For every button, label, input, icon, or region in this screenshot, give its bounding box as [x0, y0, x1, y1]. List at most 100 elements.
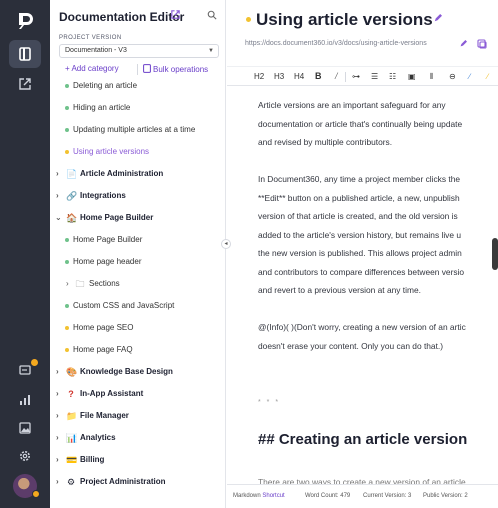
editor-heading: ## Creating an article version [258, 431, 468, 448]
highlight-icon[interactable]: ∕ [487, 72, 488, 81]
tree-item-label: Home Page Builder [80, 213, 154, 222]
italic-button[interactable]: / [335, 71, 338, 81]
draft-status-dot [246, 17, 251, 22]
chevron-right-icon: › [56, 191, 59, 200]
folder-icon: 🗀 [75, 279, 85, 289]
markdown-toolbar: H2 H3 H4 B / ⊶ ☰ ☷ ▣ ⫴ ⊖ ∕ ∕ [227, 66, 498, 86]
tree-item-label: Home page FAQ [73, 345, 133, 354]
notification-badge [31, 359, 38, 366]
chevron-right-icon: › [56, 455, 59, 464]
tree-item-label: Integrations [80, 191, 126, 200]
bar-chart-icon [20, 395, 30, 405]
tree-item-label: Article Administration [80, 169, 164, 178]
copy-icon[interactable] [477, 39, 487, 49]
chevron-right-icon: › [56, 433, 59, 442]
published-dot [65, 84, 69, 88]
editor-line: Article versions are an important safegu… [258, 100, 446, 110]
view-site-nav-button[interactable] [9, 70, 41, 98]
document360-logo-icon[interactable] [12, 8, 38, 34]
tree-item-label: Custom CSS and JavaScript [73, 301, 175, 310]
project-version-select[interactable]: Documentation - V3 ▼ [59, 44, 219, 58]
external-link-icon[interactable] [170, 9, 181, 20]
bold-button[interactable]: B [315, 71, 322, 81]
link-icon[interactable]: ⊖ [449, 72, 456, 81]
heading-3-button[interactable]: H3 [274, 72, 284, 81]
horizontal-rule: * * * [258, 399, 281, 406]
drive-nav-button[interactable] [9, 356, 41, 384]
public-version: Public Version: 2 [423, 493, 468, 499]
divider [345, 72, 346, 82]
pencil-icon[interactable] [433, 14, 442, 23]
tree-item-label: Project Administration [80, 477, 166, 486]
published-dot [65, 260, 69, 264]
editor-line: @(Info)( )(Don't worry, creating a new v… [258, 322, 466, 332]
image-nav-button[interactable] [9, 414, 41, 442]
tree-item-label: In-App Assistant [80, 389, 144, 398]
shortcut-link[interactable]: Shortcut [262, 493, 284, 499]
chevron-down-icon: ▼ [208, 48, 214, 54]
attachment-icon[interactable]: ⫴ [430, 72, 433, 82]
book-icon [19, 47, 31, 61]
gear-icon: ⚙ [66, 477, 76, 487]
add-category-button[interactable]: + Add category [65, 64, 119, 73]
documentation-nav-button[interactable] [9, 40, 41, 68]
heading-2-button[interactable]: H2 [254, 72, 264, 81]
status-dot [32, 490, 40, 498]
chart-icon: 📊 [66, 433, 78, 443]
tree-item-label: Using article versions [73, 147, 150, 156]
scrollbar-thumb[interactable] [492, 238, 498, 270]
chevron-down-icon: ⌄ [55, 213, 62, 222]
editor-line: version of that article is created, and … [258, 211, 458, 221]
divider [137, 64, 138, 75]
search-icon[interactable] [207, 10, 217, 20]
article-url: https://docs.document360.io/v3/docs/usin… [245, 40, 427, 47]
tree-item-label: Hiding an article [73, 103, 131, 112]
draft-dot [65, 150, 69, 154]
analytics-nav-button[interactable] [9, 386, 41, 414]
edit-url-icon[interactable] [459, 40, 467, 48]
editor-mode: Markdown Shortcut [233, 493, 285, 499]
palette-icon: 🎨 [66, 367, 78, 377]
external-link-icon [19, 78, 31, 90]
published-dot [65, 128, 69, 132]
image-icon[interactable]: ▣ [408, 72, 416, 81]
link-icon: 🔗 [66, 191, 78, 201]
tree-item-label: Knowledge Base Design [80, 367, 173, 376]
question-icon: ? [68, 389, 74, 399]
bulk-operations-label: Bulk operations [153, 65, 209, 74]
house-icon: 🏠 [66, 213, 78, 223]
editor-line: added to the article's version history, … [258, 229, 462, 240]
card-icon: 💳 [66, 455, 78, 465]
project-version-label: PROJECT VERSION [59, 35, 122, 41]
strikethrough-icon[interactable]: ⊶ [352, 72, 360, 81]
chevron-right-icon: › [56, 367, 59, 376]
published-dot [65, 106, 69, 110]
settings-nav-button[interactable] [9, 442, 41, 470]
documentation-sidebar: Documentation Editor PROJECT VERSION Doc… [50, 0, 226, 508]
editor-line: the new version is published. This allow… [258, 248, 462, 258]
editor-line: In Document360, any time a project membe… [258, 174, 461, 184]
chevron-right-icon: › [56, 411, 59, 420]
tree-item-label: Sections [89, 279, 120, 288]
word-count: Word Count: 479 [305, 493, 351, 499]
numbered-list-icon[interactable]: ☷ [389, 72, 396, 81]
tree-item-label: Deleting an article [73, 81, 138, 90]
gear-icon [20, 451, 30, 461]
tree-item-label: Home page header [73, 257, 142, 266]
bulk-operations-button[interactable]: Bulk operations [143, 64, 208, 74]
chevron-right-icon: › [56, 389, 59, 398]
collapse-sidebar-button[interactable]: ◂ [221, 239, 231, 249]
pen-icon[interactable]: ∕ [469, 72, 470, 81]
tree-item-label: Home page SEO [73, 323, 134, 332]
icon-rail [0, 0, 50, 508]
editor-line: and revert to a previous version at any … [258, 285, 421, 295]
bulk-icon [143, 64, 151, 73]
drive-icon [19, 365, 31, 375]
heading-4-button[interactable]: H4 [294, 72, 304, 81]
sidebar-title: Documentation Editor [59, 10, 185, 24]
article-title[interactable]: Using article versions [256, 10, 433, 30]
tree-item-label: Billing [80, 455, 105, 464]
mode-label: Markdown [233, 493, 261, 499]
article-editor: Using article versions https://docs.docu… [227, 0, 498, 508]
bullet-list-icon[interactable]: ☰ [371, 72, 378, 81]
